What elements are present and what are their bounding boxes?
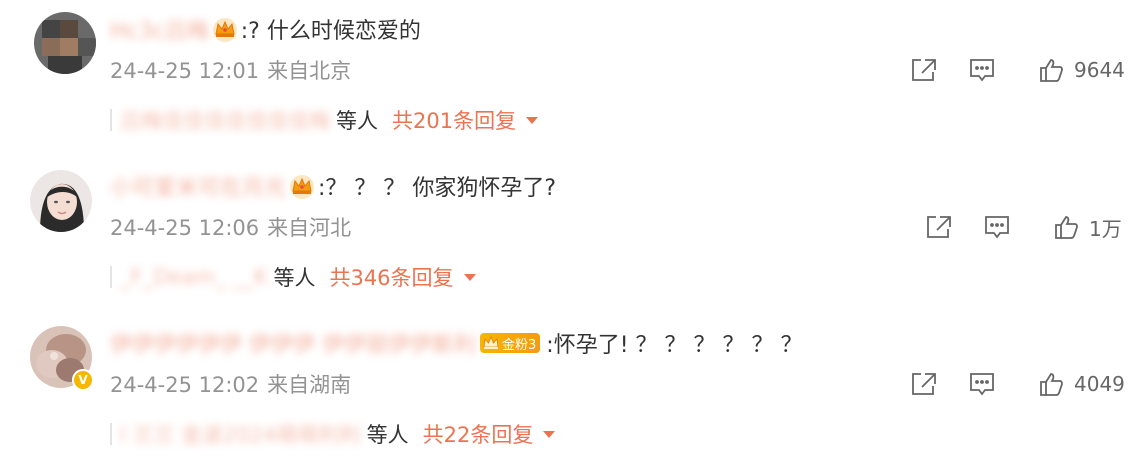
share-button[interactable] (910, 371, 938, 397)
comment-actions: 1万 (925, 210, 1122, 244)
share-icon (927, 216, 951, 238)
username[interactable]: Hc3c吕梅 (110, 13, 209, 45)
avatar[interactable] (30, 170, 92, 232)
like-button[interactable]: 1万 (1053, 213, 1122, 242)
like-count: 9644 (1074, 58, 1125, 82)
share-button[interactable] (910, 57, 938, 83)
like-count: 4049 (1074, 372, 1125, 396)
chevron-down-icon[interactable] (463, 273, 476, 281)
comment-date: 24-4-25 12:02 (110, 373, 260, 397)
thumbs-up-icon (1040, 373, 1063, 396)
share-icon (912, 59, 936, 81)
like-button[interactable]: 9644 (1038, 57, 1125, 83)
reply-count-link[interactable]: 共346条回复 (329, 262, 453, 292)
reply-divider (110, 423, 112, 445)
comment-header: 小可爱米可在月光 :？ ？ ？ 你家狗怀孕了? (110, 169, 556, 203)
comment-location: 来自湖南 (267, 373, 352, 397)
reply-count-link[interactable]: 共22条回复 (423, 419, 534, 449)
comment-button[interactable] (968, 371, 996, 397)
comment-icon (970, 373, 994, 396)
share-button[interactable] (925, 214, 953, 240)
comment-date: 24-4-25 12:01 (110, 59, 260, 83)
reply-usernames: 吕梅佳佳佳佳佳佳佳梅 (120, 109, 330, 133)
comment-button[interactable] (968, 57, 996, 83)
comment-date: 24-4-25 12:06 (110, 216, 260, 240)
comment-icon (970, 59, 994, 82)
fans-level-badge: 金粉3 (480, 333, 541, 353)
like-count: 1万 (1089, 216, 1122, 241)
comment-meta: 24-4-25 12:06 来自河北 (110, 213, 351, 243)
comment-meta: 24-4-25 12:01 来自北京 (110, 56, 351, 86)
thumbs-up-icon (1055, 216, 1078, 239)
chevron-down-icon[interactable] (543, 430, 556, 438)
comment-actions: 9644 (910, 53, 1125, 87)
comment-text: :？ ？ ？ 你家狗怀孕了? (318, 176, 557, 201)
reply-count-link[interactable]: 共201条回复 (392, 105, 516, 135)
comment-location: 来自北京 (267, 59, 352, 83)
share-icon (912, 373, 936, 395)
reply-etc: 等人 (273, 266, 316, 290)
reply-divider (110, 266, 112, 288)
crown-icon (288, 172, 316, 200)
like-button[interactable]: 4049 (1038, 371, 1125, 397)
reply-divider (110, 109, 112, 131)
fans-level-label: 金粉3 (502, 337, 537, 353)
reply-summary[interactable]: _F_Deam_ __K 等人 共346条回复 (110, 260, 476, 294)
comment-text: :? 什么时候恋爱的 (240, 19, 421, 44)
verified-v-icon: V (72, 369, 94, 391)
comment-location: 来自河北 (267, 216, 352, 240)
username[interactable]: 小可爱米可在月光 (110, 170, 286, 202)
reply-usernames: l 兰兰 金波2024萌萌利利 (120, 423, 361, 447)
comment-actions: 4049 (910, 367, 1125, 401)
comment-item: V 伊伊伊伊伊伊 伊伊伊 伊伊丽伊伊斯利 金粉3 :怀孕了! ？ ？ ？ ？ ？… (0, 314, 1141, 471)
thumbs-up-icon (1040, 59, 1063, 82)
comment-header: Hc3c吕梅 :? 什么时候恋爱的 (110, 12, 421, 46)
crown-icon (483, 335, 499, 349)
avatar[interactable] (34, 12, 96, 74)
comment-icon (985, 216, 1009, 239)
comment-header: 伊伊伊伊伊伊 伊伊伊 伊伊丽伊伊斯利 金粉3 :怀孕了! ？ ？ ？ ？ ？ ？ (110, 326, 802, 360)
username[interactable]: 伊伊伊伊伊伊 伊伊伊 伊伊丽伊伊斯利 (110, 327, 476, 359)
comment-button[interactable] (983, 214, 1011, 240)
chevron-down-icon[interactable] (526, 116, 539, 124)
reply-etc: 等人 (366, 423, 409, 447)
crown-icon (211, 15, 239, 43)
comment-meta: 24-4-25 12:02 来自湖南 (110, 370, 351, 400)
reply-usernames: _F_Deam_ __K (120, 265, 268, 289)
reply-summary[interactable]: l 兰兰 金波2024萌萌利利 等人 共22条回复 (110, 417, 556, 451)
comment-item: 小可爱米可在月光 :？ ？ ？ 你家狗怀孕了? 24-4-25 12:06 来自河… (0, 157, 1141, 314)
comment-item: Hc3c吕梅 :? 什么时候恋爱的 24-4-25 12:01 来自北京 964… (0, 0, 1141, 157)
reply-etc: 等人 (336, 109, 378, 133)
comment-text: :怀孕了! ？ ？ ？ ？ ？ ？ (546, 333, 803, 358)
reply-summary[interactable]: 吕梅佳佳佳佳佳佳佳梅 等人 共201条回复 (110, 103, 539, 137)
